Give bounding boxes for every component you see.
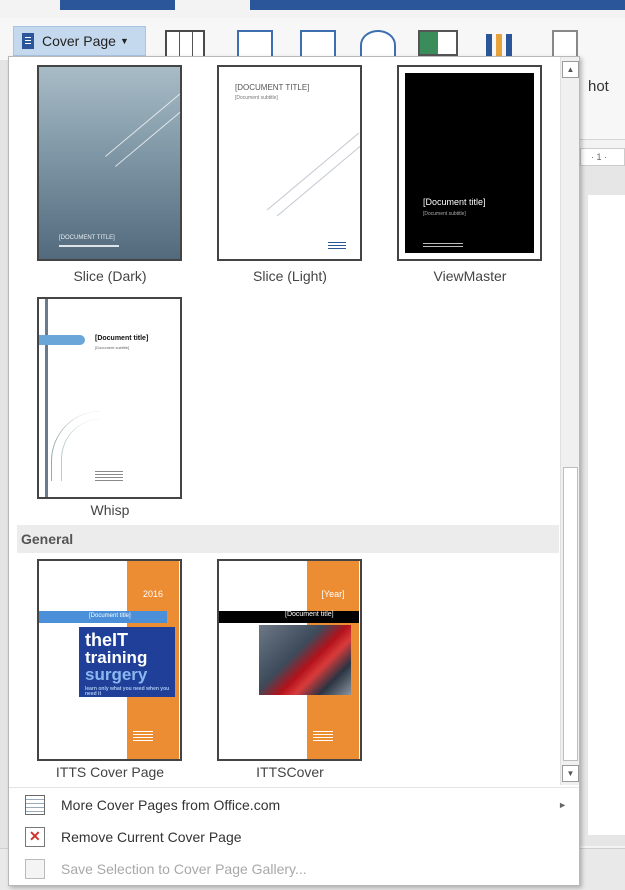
gallery-item-ittscover[interactable]: [Year] [Document title] (217, 559, 362, 761)
logo-line: surgery (85, 665, 148, 684)
smartart-icon[interactable] (418, 30, 458, 56)
cover-page-label: Cover Page (42, 33, 116, 49)
cover-page-icon (22, 33, 34, 49)
preview-subtitle: [Document subtitle] (95, 345, 130, 350)
preview-year: [Year] (321, 589, 345, 599)
more-cover-pages-menu-item[interactable]: More Cover Pages from Office.com ► (9, 790, 579, 820)
preview-title: [Document title] (39, 611, 167, 623)
preview-background: [Document title] [Document subtitle] (405, 73, 534, 253)
preview-subtitle: [Document subtitle] (235, 95, 278, 101)
preview-footer (95, 471, 123, 481)
preview-side-bar (45, 299, 48, 497)
remove-cover-page-icon (25, 827, 45, 847)
preview-title: [DOCUMENT TITLE] (59, 235, 115, 241)
title-bar-accent (250, 0, 625, 10)
document-page[interactable] (588, 195, 625, 835)
remove-cover-page-menu-item[interactable]: Remove Current Cover Page (9, 822, 579, 852)
screenshot-label[interactable]: hot (588, 78, 609, 95)
preview-footer (313, 731, 333, 741)
preview-date-tab (39, 335, 85, 345)
preview-title: [Document title] (285, 611, 334, 618)
gallery-item-label: Slice (Dark) (73, 268, 147, 284)
logo-tagline: learn only what you need when you need i… (85, 686, 170, 697)
train-photo (259, 625, 351, 695)
online-pictures-icon[interactable] (300, 30, 336, 58)
save-to-gallery-icon (25, 859, 45, 879)
logo-line: theIT (85, 630, 128, 650)
cover-page-button[interactable]: Cover Page ▼ (13, 26, 146, 56)
gallery-item-whisp[interactable]: [Document title] [Document subtitle] (37, 297, 182, 499)
preview-title: [Document title] (95, 335, 149, 342)
preview-year: 2016 (142, 589, 164, 599)
preview-underline (59, 245, 119, 247)
scroll-up-arrow-icon[interactable]: ▲ (562, 61, 579, 78)
ruler: · 1 · (580, 148, 625, 166)
gallery-item-label: ITTS Cover Page (55, 764, 165, 780)
gallery-item-label: ITTSCover (256, 764, 324, 780)
itts-logo: theIT training surgery learn only what y… (79, 627, 175, 697)
gallery-item-viewmaster[interactable]: [Document title] [Document subtitle] (397, 65, 542, 261)
menu-item-label: Remove Current Cover Page (61, 829, 242, 845)
preview-subtitle: [Document subtitle] (423, 211, 466, 217)
gallery-item-slice-dark[interactable]: [DOCUMENT TITLE] (37, 65, 182, 261)
decorative-line (276, 138, 360, 217)
chevron-down-icon: ▼ (119, 36, 129, 46)
title-bar-accent (60, 0, 175, 10)
save-selection-menu-item[interactable]: Save Selection to Cover Page Gallery... (9, 854, 579, 884)
section-header-general: General (17, 525, 559, 553)
menu-item-label: Save Selection to Cover Page Gallery... (61, 861, 307, 877)
preview-title: [DOCUMENT TITLE] (235, 83, 310, 92)
pictures-icon[interactable] (237, 30, 273, 58)
logo-line: training (85, 648, 148, 667)
scroll-thumb[interactable] (563, 467, 578, 761)
gallery-item-label: ViewMaster (433, 268, 507, 284)
gallery-footer-menu: More Cover Pages from Office.com ► Remov… (9, 787, 579, 885)
gallery-item-itts-cover-page[interactable]: 2016 [Document title] theIT training sur… (37, 559, 182, 761)
submenu-arrow-icon: ► (558, 800, 567, 810)
decorative-line (115, 76, 180, 167)
scroll-down-arrow-icon[interactable]: ▼ (562, 765, 579, 782)
preview-title: [Document title] (423, 197, 486, 207)
gallery-scrollbar[interactable]: ▲ ▼ (560, 57, 579, 785)
preview-footer (423, 243, 463, 249)
gallery-scroll-area: [DOCUMENT TITLE] Slice (Dark) [DOCUMENT … (9, 57, 559, 785)
gallery-item-slice-light[interactable]: [DOCUMENT TITLE] [Document subtitle] (217, 65, 362, 261)
cover-page-gallery-dropdown: [DOCUMENT TITLE] Slice (Dark) [DOCUMENT … (8, 56, 580, 886)
menu-item-label: More Cover Pages from Office.com (61, 797, 281, 813)
table-icon[interactable] (165, 30, 205, 58)
decorative-line (266, 132, 360, 211)
gallery-item-label: Whisp (90, 502, 130, 518)
left-margin (0, 60, 8, 860)
gallery-item-label: Slice (Light) (253, 268, 327, 284)
preview-footer (133, 731, 153, 741)
preview-footer (328, 242, 346, 250)
office-online-icon (25, 795, 45, 815)
